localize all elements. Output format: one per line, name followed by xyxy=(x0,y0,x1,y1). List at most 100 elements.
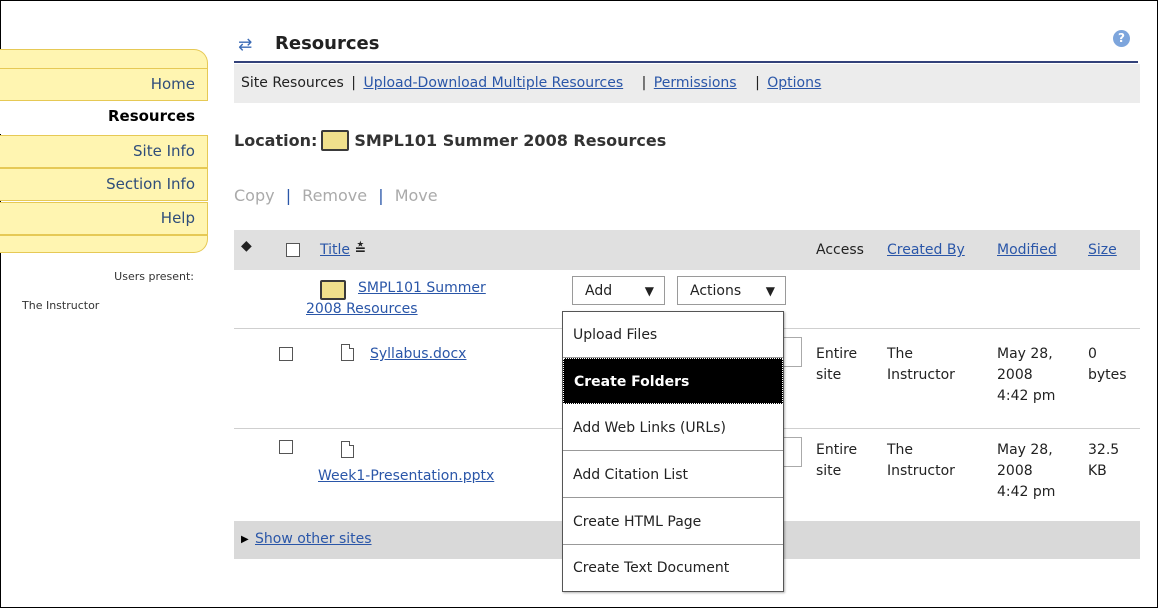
chevron-down-icon: ▼ xyxy=(644,284,654,298)
size-cell: 32.5 KB xyxy=(1088,440,1119,482)
location-breadcrumb: Location: SMPL101 Summer 2008 Resources xyxy=(234,130,666,151)
access-line: site xyxy=(816,367,842,383)
created-line: The xyxy=(887,442,914,458)
sidebar-item-label: Site Info xyxy=(133,142,195,160)
tool-menubar: Site Resources | Upload-Download Multipl… xyxy=(234,64,1140,103)
menu-separator: | xyxy=(641,75,647,91)
modified-link[interactable]: Modified xyxy=(997,242,1057,258)
nav-top-cap xyxy=(0,49,208,69)
menu-site-resources: Site Resources xyxy=(241,75,344,91)
menu-options-link[interactable]: Options xyxy=(767,75,821,91)
size-line: 32.5 xyxy=(1088,442,1120,458)
menu-separator: | xyxy=(351,75,356,91)
page-title: Resources xyxy=(275,33,380,54)
tool-header: ⇄ Resources ? xyxy=(234,28,1138,63)
bulk-actions: Copy | Remove | Move xyxy=(234,186,438,205)
modified-line: 4:42 pm xyxy=(997,484,1056,500)
copy-action[interactable]: Copy xyxy=(234,186,275,205)
size-link[interactable]: Size xyxy=(1088,242,1117,258)
expand-collapse-all-icon[interactable]: ◆ xyxy=(241,238,252,254)
folder-icon xyxy=(321,130,350,151)
created-by-cell: The Instructor xyxy=(887,344,955,386)
menu-item-create-html-page[interactable]: Create HTML Page xyxy=(563,499,783,545)
modified-line: May 28, xyxy=(997,442,1053,458)
modified-line: 2008 xyxy=(997,463,1033,479)
size-header[interactable]: Size xyxy=(1088,242,1117,258)
created-by-link[interactable]: Created By xyxy=(887,242,965,258)
folder-title-line2[interactable]: 2008 Resources xyxy=(306,301,418,317)
select-all-checkbox[interactable] xyxy=(286,243,300,261)
created-by-cell: The Instructor xyxy=(887,440,955,482)
presence-user: The Instructor xyxy=(22,299,100,312)
row-checkbox[interactable] xyxy=(279,440,293,454)
action-separator: | xyxy=(378,186,384,205)
actions-button-label: Actions xyxy=(690,283,742,299)
access-header: Access xyxy=(816,242,864,258)
document-icon xyxy=(341,344,354,361)
access-cell: Entire site xyxy=(816,440,857,482)
add-button-label: Add xyxy=(585,283,613,299)
title-header[interactable]: Title ≛ xyxy=(320,242,366,258)
file-title[interactable]: Syllabus.docx xyxy=(370,344,466,365)
sidebar-item-resources: Resources xyxy=(0,101,208,134)
modified-header[interactable]: Modified xyxy=(997,242,1057,258)
modified-line: 4:42 pm xyxy=(997,388,1056,404)
sidebar-item-home[interactable]: Home xyxy=(0,68,208,101)
actions-dropdown-button[interactable]: Actions ▼ xyxy=(677,276,786,305)
sidebar-item-label: Help xyxy=(160,209,195,227)
nav-bottom-cap xyxy=(0,235,208,253)
access-cell: Entire site xyxy=(816,344,857,386)
created-line: The xyxy=(887,346,914,362)
access-line: site xyxy=(816,463,842,479)
location-label: Location: xyxy=(234,131,318,150)
remove-action[interactable]: Remove xyxy=(302,186,367,205)
modified-line: 2008 xyxy=(997,367,1033,383)
row-checkbox[interactable] xyxy=(279,347,293,361)
created-line: Instructor xyxy=(887,367,955,383)
menu-upload-download-link[interactable]: Upload-Download Multiple Resources xyxy=(363,75,623,91)
sidebar-item-label: Home xyxy=(150,75,195,93)
table-header: ◆ Title ≛ Access Created By Modified Siz… xyxy=(234,230,1140,270)
size-cell: 0 bytes xyxy=(1088,344,1127,386)
add-dropdown-menu: Upload Files Create Folders Add Web Link… xyxy=(562,311,784,592)
title-header-link[interactable]: Title xyxy=(320,242,350,258)
presence-label: Users present: xyxy=(114,270,194,283)
help-icon[interactable]: ? xyxy=(1113,30,1130,47)
folder-title-line1[interactable]: SMPL101 Summer xyxy=(358,280,486,296)
file-link-week1[interactable]: Week1-Presentation.pptx xyxy=(318,468,494,484)
modified-cell: May 28, 2008 4:42 pm xyxy=(997,344,1055,407)
folder-title[interactable]: SMPL101 Summer 2008 Resources xyxy=(306,278,486,320)
location-name: SMPL101 Summer 2008 Resources xyxy=(354,131,667,150)
action-separator: | xyxy=(285,186,292,205)
size-line: KB xyxy=(1088,463,1107,479)
size-line: bytes xyxy=(1088,367,1127,383)
sidebar-item-site-info[interactable]: Site Info xyxy=(0,135,208,168)
add-dropdown-button[interactable]: Add ▼ xyxy=(572,276,665,305)
menu-item-add-web-links[interactable]: Add Web Links (URLs) xyxy=(563,405,783,451)
modified-cell: May 28, 2008 4:42 pm xyxy=(997,440,1055,503)
document-icon xyxy=(341,441,354,458)
menu-item-upload-files[interactable]: Upload Files xyxy=(563,312,783,358)
menu-item-create-folders[interactable]: Create Folders xyxy=(563,358,783,404)
sidebar-item-help[interactable]: Help xyxy=(0,202,208,235)
sidebar-item-label: Resources xyxy=(107,107,195,125)
sort-ascending-icon: ≛ xyxy=(354,242,367,258)
access-line: Entire xyxy=(816,442,858,458)
reset-icon[interactable]: ⇄ xyxy=(238,35,252,55)
move-action[interactable]: Move xyxy=(395,186,438,205)
size-line: 0 xyxy=(1088,346,1097,362)
modified-line: May 28, xyxy=(997,346,1053,362)
menu-permissions-link[interactable]: Permissions xyxy=(654,75,737,91)
sidebar-item-label: Section Info xyxy=(106,175,195,193)
menu-item-create-text-document[interactable]: Create Text Document xyxy=(563,545,783,591)
expand-triangle-icon[interactable]: ▶ xyxy=(241,521,249,558)
show-other-sites-link[interactable]: Show other sites xyxy=(255,521,372,558)
access-line: Entire xyxy=(816,346,858,362)
created-by-header[interactable]: Created By xyxy=(887,242,965,258)
menu-separator: | xyxy=(755,75,760,91)
chevron-down-icon: ▼ xyxy=(765,284,775,298)
menu-item-add-citation-list[interactable]: Add Citation List xyxy=(563,452,783,498)
sidebar-item-section-info[interactable]: Section Info xyxy=(0,168,208,201)
file-title[interactable]: Week1-Presentation.pptx xyxy=(318,466,494,487)
file-link-syllabus[interactable]: Syllabus.docx xyxy=(370,346,466,362)
